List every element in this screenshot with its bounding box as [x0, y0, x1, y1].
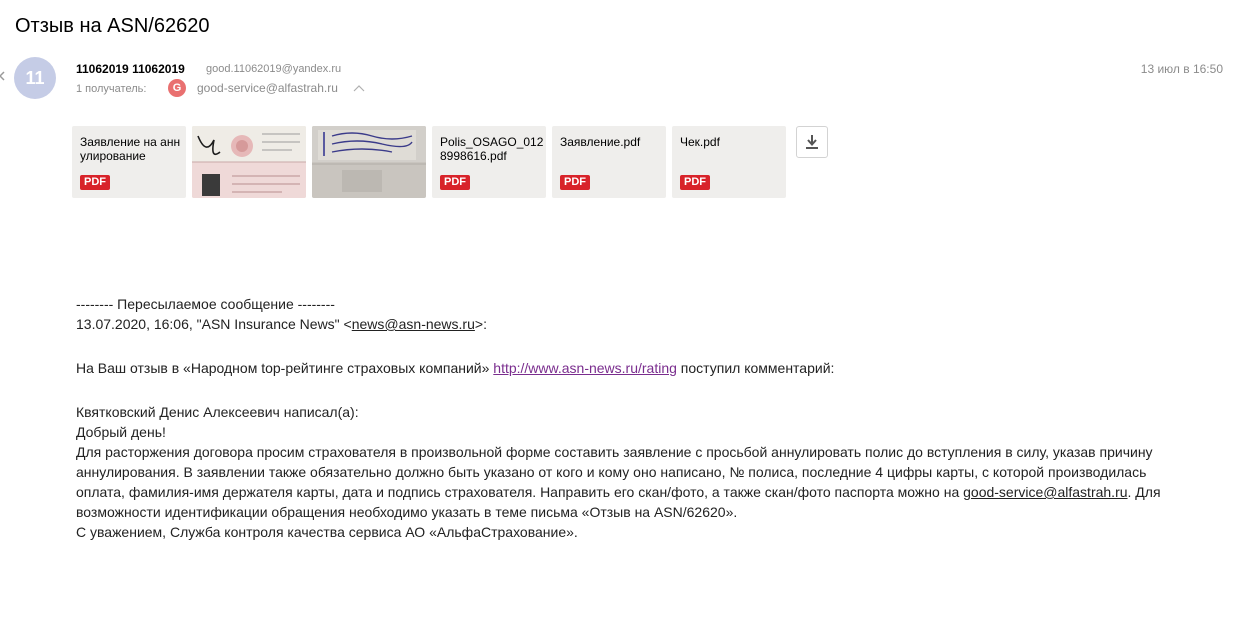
author-line: Квятковский Денис Алексеевич написал(а): — [76, 404, 359, 420]
attachment-name: Чек.pdf — [680, 135, 720, 149]
sender-avatar[interactable]: 11 — [14, 57, 56, 99]
attachment-image-passport[interactable] — [192, 126, 306, 198]
attachment-pdf-annulment[interactable]: Заявление на аннулирование PDF — [72, 126, 186, 198]
intro-suffix: поступил комментарий: — [676, 360, 835, 376]
intro-line: На Ваш отзыв в «Народном top-рейтинге ст… — [76, 358, 1186, 378]
signature: С уважением, Служба контроля качества се… — [76, 524, 578, 540]
forward-meta-prefix: 13.07.2020, 16:06, "ASN Insurance News" … — [76, 316, 352, 332]
attachment-pdf-receipt[interactable]: Чек.pdf PDF — [672, 126, 786, 198]
document-scan-thumbnail — [312, 126, 426, 198]
attachment-pdf-application[interactable]: Заявление.pdf PDF — [552, 126, 666, 198]
chevron-up-icon[interactable] — [353, 84, 365, 92]
email-date: 13 июл в 16:50 — [1140, 62, 1223, 76]
pdf-badge: PDF — [440, 175, 470, 190]
pdf-badge: PDF — [680, 175, 710, 190]
chevron-left-icon[interactable] — [0, 71, 6, 81]
attachment-name: Заявление на аннулирование — [80, 135, 181, 163]
download-all-button[interactable] — [796, 126, 828, 158]
attachment-name: Polis_OSAGO_0128998616.pdf — [440, 135, 544, 163]
pdf-badge: PDF — [80, 175, 110, 190]
recipients-label: 1 получатель: — [76, 83, 147, 95]
forward-meta-suffix: >: — [474, 316, 487, 332]
greeting: Добрый день! — [76, 424, 166, 440]
rating-link[interactable]: http://www.asn-news.ru/rating — [493, 360, 677, 376]
passport-scan-thumbnail — [192, 126, 306, 198]
attachment-name: Заявление.pdf — [560, 135, 641, 149]
forward-header: -------- Пересылаемое сообщение -------- — [76, 296, 335, 312]
forward-meta: 13.07.2020, 16:06, "ASN Insurance News" … — [76, 314, 1186, 334]
download-icon — [806, 135, 818, 149]
recipient-email[interactable]: good-service@alfastrah.ru — [197, 81, 338, 95]
pdf-badge: PDF — [560, 175, 590, 190]
attachment-pdf-polis[interactable]: Polis_OSAGO_0128998616.pdf PDF — [432, 126, 546, 198]
email-subject: Отзыв на ASN/62620 — [15, 15, 210, 37]
forward-sender-email-link[interactable]: news@asn-news.ru — [352, 316, 475, 332]
intro-prefix: На Ваш отзыв в «Народном top-рейтинге ст… — [76, 360, 494, 376]
attachment-image-document[interactable] — [312, 126, 426, 198]
sender-email[interactable]: good.11062019@yandex.ru — [206, 63, 341, 75]
sender-name[interactable]: 11062019 11062019 — [76, 62, 185, 76]
recipient-avatar: G — [168, 79, 186, 97]
service-email-link[interactable]: good-service@alfastrah.ru — [963, 484, 1127, 500]
email-body: -------- Пересылаемое сообщение --------… — [76, 294, 1186, 542]
main-text: Для расторжения договора просим страхова… — [76, 442, 1186, 522]
